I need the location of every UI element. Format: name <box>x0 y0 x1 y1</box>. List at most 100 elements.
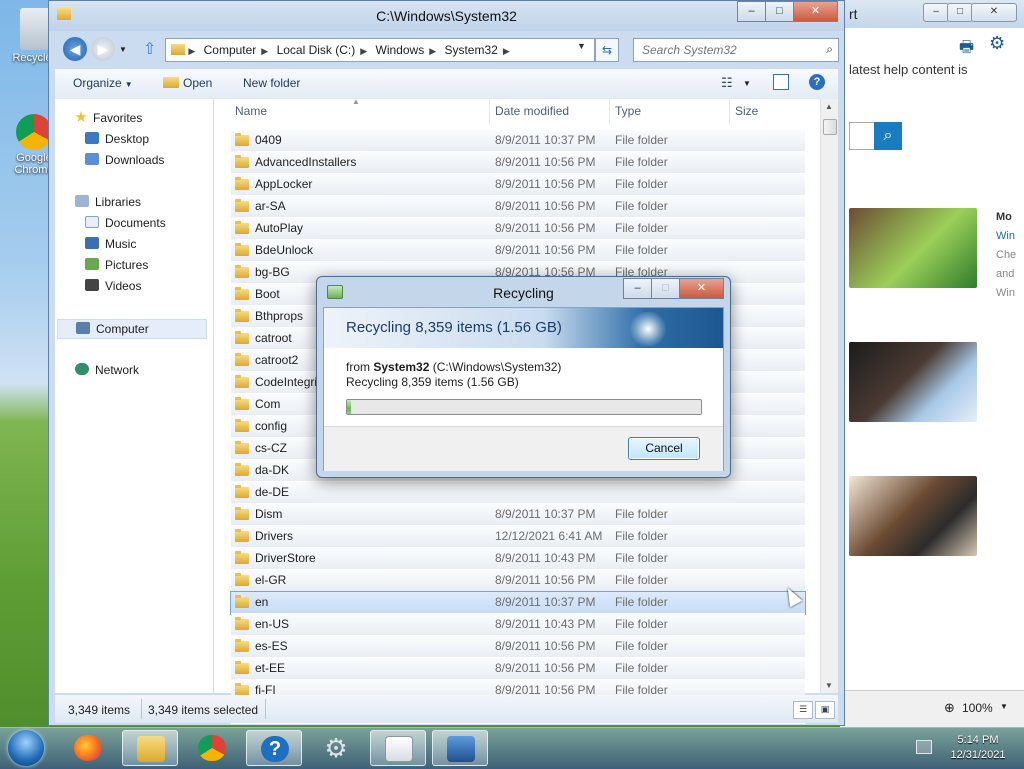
network-tray-icon[interactable] <box>916 740 932 754</box>
minimize-button[interactable]: – <box>923 3 949 22</box>
nav-music[interactable]: Music <box>85 237 136 251</box>
open-button[interactable]: Open <box>163 76 212 90</box>
close-button[interactable]: ✕ <box>679 278 724 299</box>
side-link[interactable]: Che <box>996 246 1016 265</box>
file-row[interactable]: AutoPlay 8/9/2011 10:56 PM File folder <box>231 218 805 240</box>
new-folder-button[interactable]: New folder <box>243 76 300 90</box>
column-header-size[interactable]: Size <box>735 104 758 118</box>
taskbar-settings[interactable]: ⚙ <box>308 730 364 766</box>
side-link[interactable]: Win <box>996 227 1016 246</box>
organize-button[interactable]: Organize ▼ <box>73 76 133 90</box>
search-icon[interactable]: ⌕ <box>826 42 833 57</box>
address-dropdown-icon[interactable]: ▼ <box>577 41 586 51</box>
zoom-icon[interactable]: ⊕ <box>944 700 955 716</box>
column-header-name[interactable]: Name <box>235 104 267 118</box>
breadcrumb-separator[interactable]: ▶ <box>188 40 195 61</box>
file-row[interactable]: BdeUnlock 8/9/2011 10:56 PM File folder <box>231 240 805 262</box>
nav-libraries[interactable]: Libraries <box>75 195 141 209</box>
taskbar-windows-explorer[interactable] <box>122 730 178 766</box>
search-input[interactable] <box>640 39 820 61</box>
scrollbar-thumb[interactable] <box>823 119 837 135</box>
address-bar[interactable]: ▶ Computer ▶ Local Disk (C:) ▶ Windows ▶ Sy… <box>165 38 595 62</box>
taskbar-chrome[interactable] <box>184 730 240 766</box>
column-divider[interactable] <box>609 99 610 125</box>
zoom-level[interactable]: 100% <box>962 701 993 715</box>
breadcrumb-windows[interactable]: Windows <box>371 39 430 61</box>
help-photo[interactable] <box>849 476 977 556</box>
file-row[interactable]: AppLocker 8/9/2011 10:56 PM File folder <box>231 174 805 196</box>
help-photo[interactable] <box>849 208 977 288</box>
forward-button[interactable]: ▶ <box>91 37 115 61</box>
file-row[interactable]: en-US 8/9/2011 10:43 PM File folder <box>231 614 805 636</box>
nav-network[interactable]: Network <box>75 363 139 377</box>
file-row[interactable]: en 8/9/2011 10:37 PM File folder <box>230 591 806 615</box>
breadcrumb-separator[interactable]: ▶ <box>261 40 268 61</box>
gear-icon[interactable]: ⚙ <box>989 33 1005 54</box>
nav-computer[interactable]: Computer <box>57 319 207 339</box>
file-row[interactable]: Dism 8/9/2011 10:37 PM File folder <box>231 504 805 526</box>
column-header-date-modified[interactable]: Date modified <box>495 104 569 118</box>
folder-icon <box>235 177 249 190</box>
vertical-scrollbar[interactable]: ▲ ▼ <box>820 99 838 693</box>
file-row[interactable]: ar-SA 8/9/2011 10:56 PM File folder <box>231 196 805 218</box>
nav-favorites[interactable]: Favorites <box>75 111 142 125</box>
taskbar-help[interactable]: ? <box>246 730 302 766</box>
search-box[interactable]: ⌕ <box>633 38 839 62</box>
minimize-button[interactable]: – <box>737 1 766 22</box>
scroll-up-arrow-icon[interactable]: ▲ <box>825 102 833 111</box>
close-button[interactable]: ✕ <box>793 1 838 22</box>
breadcrumb-separator[interactable]: ▶ <box>360 40 367 61</box>
recent-pages-chevron-icon[interactable]: ▼ <box>119 45 127 54</box>
print-icon[interactable]: 🖶 <box>959 36 974 63</box>
breadcrumb-separator[interactable]: ▶ <box>503 40 510 61</box>
chevron-down-icon[interactable]: ▼ <box>743 79 751 88</box>
help-icon[interactable]: ? <box>809 74 825 90</box>
nav-pictures[interactable]: Pictures <box>85 258 148 272</box>
nav-documents[interactable]: Documents <box>85 216 166 230</box>
side-link[interactable]: and <box>996 265 1016 284</box>
back-button[interactable]: ◀ <box>63 37 87 61</box>
breadcrumb-separator[interactable]: ▶ <box>429 40 436 61</box>
help-photo[interactable] <box>849 342 977 422</box>
file-row[interactable]: 0409 8/9/2011 10:37 PM File folder <box>231 130 805 152</box>
nav-desktop[interactable]: Desktop <box>85 132 149 146</box>
file-row[interactable]: Drivers 12/12/2021 6:41 AM File folder <box>231 526 805 548</box>
maximize-button[interactable]: □ <box>765 1 794 22</box>
file-row[interactable]: de-DE <box>231 482 805 504</box>
details-view-icon[interactable]: ☰ <box>793 701 813 719</box>
file-row[interactable]: AdvancedInstallers 8/9/2011 10:56 PM File … <box>231 152 805 174</box>
cancel-button[interactable]: Cancel <box>628 437 700 460</box>
maximize-button[interactable]: □ <box>947 3 973 22</box>
chevron-down-icon[interactable]: ▼ <box>1000 702 1008 711</box>
minimize-button[interactable]: – <box>623 278 652 299</box>
column-divider[interactable] <box>489 99 490 125</box>
taskbar-firefox[interactable] <box>60 730 116 766</box>
clock[interactable]: 5:14 PM 12/31/2021 <box>946 733 1010 763</box>
side-link[interactable]: Win <box>996 284 1016 303</box>
column-header-type[interactable]: Type <box>615 104 641 118</box>
search-icon[interactable]: ⌕ <box>874 122 902 150</box>
folder-icon <box>235 573 249 586</box>
nav-downloads[interactable]: Downloads <box>85 153 164 167</box>
preview-pane-icon[interactable] <box>773 74 789 90</box>
refresh-button[interactable]: ⇆ <box>595 38 619 62</box>
breadcrumb-system32[interactable]: System32 <box>439 39 502 61</box>
taskbar-remote-desktop[interactable] <box>432 730 488 766</box>
breadcrumb-computer[interactable]: Computer <box>199 39 262 61</box>
up-arrow-icon[interactable]: ⇧ <box>143 39 156 59</box>
source-folder-link[interactable]: System32 <box>373 360 429 374</box>
column-divider[interactable] <box>729 99 730 125</box>
nav-videos[interactable]: Videos <box>85 279 141 293</box>
large-icons-view-icon[interactable]: ▣ <box>815 701 835 719</box>
close-button[interactable]: ✕ <box>971 3 1017 22</box>
view-options-icon[interactable]: ☷ <box>721 75 733 91</box>
file-row[interactable]: DriverStore 8/9/2011 10:43 PM File folder <box>231 548 805 570</box>
file-row[interactable]: el-GR 8/9/2011 10:56 PM File folder <box>231 570 805 592</box>
taskbar-notepad[interactable] <box>370 730 426 766</box>
start-button[interactable] <box>8 730 44 766</box>
scroll-down-arrow-icon[interactable]: ▼ <box>825 681 833 690</box>
maximize-button[interactable]: □ <box>651 278 680 299</box>
breadcrumb-local-disk[interactable]: Local Disk (C:) <box>272 39 361 61</box>
file-row[interactable]: et-EE 8/9/2011 10:56 PM File folder <box>231 658 805 680</box>
file-row[interactable]: es-ES 8/9/2011 10:56 PM File folder <box>231 636 805 658</box>
